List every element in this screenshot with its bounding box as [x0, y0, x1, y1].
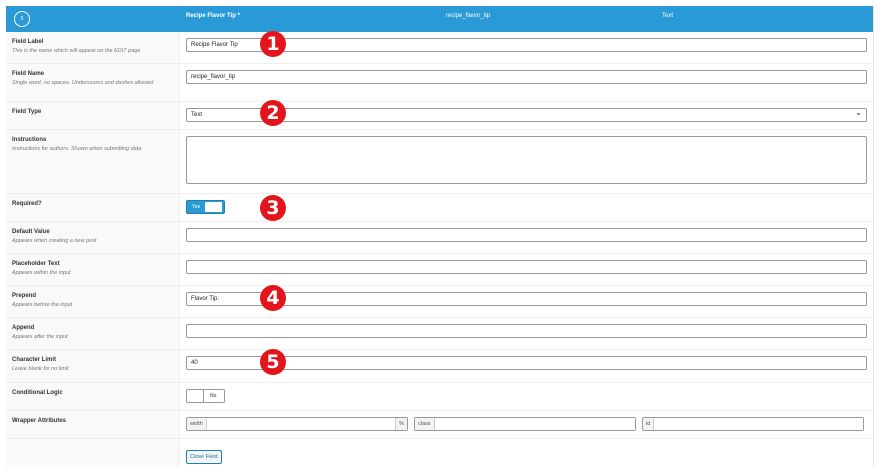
field-editor: 5 Recipe Flavor Tip * recipe_flavor_tip … — [6, 6, 874, 467]
toggle-label: No — [210, 393, 217, 399]
row-field-name: Field Name Single word, no spaces. Unders… — [6, 64, 873, 102]
width-prefix: width — [187, 418, 206, 430]
row-default-value: Default Value Appears when creating a new… — [6, 222, 873, 254]
class-prefix: class — [415, 418, 434, 430]
row-append: Append Appears after the input — [6, 318, 873, 350]
default-value-input[interactable] — [186, 228, 867, 242]
label: Field Label — [12, 39, 44, 45]
badge-2: 2 — [260, 100, 286, 126]
instructions-textarea[interactable] — [186, 136, 867, 184]
row-conditional-logic: Conditional Logic No — [6, 383, 873, 411]
label: Wrapper Attributes — [12, 418, 67, 424]
append-input[interactable] — [186, 324, 867, 338]
row-actions: Close Field — [6, 439, 873, 467]
close-field-button[interactable]: Close Field — [186, 450, 222, 464]
wrapper-width-input[interactable]: width% — [186, 417, 408, 431]
placeholder-input[interactable] — [186, 260, 867, 274]
badge-3: 3 — [260, 195, 286, 221]
desc: Appears before the input — [12, 302, 73, 308]
label: Conditional Logic — [12, 390, 63, 396]
row-required: Required? Yes 3 — [6, 194, 873, 222]
row-placeholder: Placeholder Text Appears within the input — [6, 254, 873, 286]
label: Character Limit — [12, 357, 57, 363]
desc: Appears when creating a new post — [12, 238, 97, 244]
badge-4: 4 — [260, 285, 286, 311]
field-order: 5 — [14, 11, 30, 27]
field-type-select[interactable]: Text — [186, 108, 867, 122]
id-prefix: id — [643, 418, 654, 430]
desc: Appears after the input — [12, 334, 68, 340]
header-type: Text — [662, 13, 674, 19]
row-character-limit: Character Limit Leave blank for no limit … — [6, 349, 873, 383]
wrapper-class-input[interactable]: class — [414, 417, 636, 431]
desc: Appears within the input — [12, 270, 71, 276]
field-header[interactable]: 5 Recipe Flavor Tip * recipe_flavor_tip … — [6, 6, 873, 32]
row-field-label: Field Label This is the name which will a… — [6, 31, 873, 64]
character-limit-input[interactable]: 40 — [186, 356, 867, 370]
field-name-input[interactable]: recipe_flavor_tip — [186, 70, 867, 84]
desc: Instructions for authors. Shown when sub… — [12, 146, 142, 152]
label: Append — [12, 325, 35, 331]
label: Instructions — [12, 137, 47, 143]
row-prepend: Prepend Appears before the input Flavor T… — [6, 285, 873, 318]
label: Field Type — [12, 109, 42, 115]
field-label-input[interactable]: Recipe Flavor Tip — [186, 38, 867, 52]
desc: This is the name which will appear on th… — [12, 48, 141, 54]
row-instructions: Instructions Instructions for authors. Sh… — [6, 130, 873, 194]
conditional-logic-toggle[interactable]: No — [186, 389, 225, 403]
row-field-type: Field Type Text2 — [6, 100, 873, 130]
row-wrapper-attributes: Wrapper Attributes width% class id — [6, 411, 873, 439]
label: Default Value — [12, 229, 50, 235]
badge-1: 1 — [260, 31, 286, 57]
desc: Single word, no spaces. Underscores and … — [12, 80, 154, 86]
percent-suffix: % — [395, 418, 407, 430]
label: Prepend — [12, 293, 37, 299]
wrapper-id-input[interactable]: id — [642, 417, 864, 431]
header-name: recipe_flavor_tip — [446, 13, 491, 19]
header-label: Recipe Flavor Tip * — [186, 13, 240, 19]
required-toggle[interactable]: Yes — [186, 200, 225, 214]
label: Field Name — [12, 71, 45, 77]
label: Placeholder Text — [12, 261, 60, 267]
label: Required? — [12, 201, 42, 207]
badge-5: 5 — [260, 349, 286, 375]
toggle-label: Yes — [192, 204, 201, 210]
prepend-input[interactable]: Flavor Tip: — [186, 292, 867, 306]
desc: Leave blank for no limit — [12, 366, 69, 372]
